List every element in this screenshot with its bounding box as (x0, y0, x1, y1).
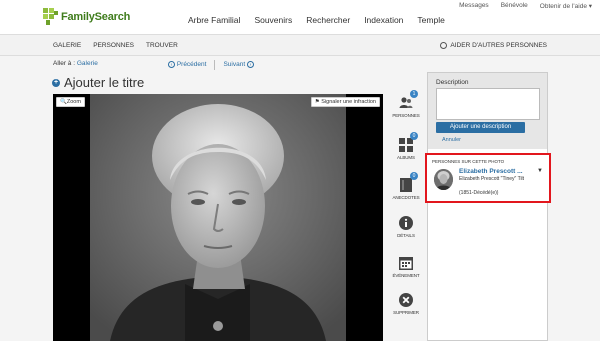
volunteer-link[interactable]: Bénévole (501, 2, 528, 10)
delete-icon (399, 293, 413, 307)
person-dates: (1851-Décédé(e)) (459, 190, 499, 196)
subnav-find[interactable]: TROUVER (146, 42, 178, 49)
people-icon: 1 (399, 90, 418, 110)
help-circle-icon (440, 42, 448, 49)
persons-in-photo: PERSONNES SUR CETTE PHOTO Elizabeth Pres… (425, 153, 551, 203)
persons-heading: PERSONNES SUR CETTE PHOTO (432, 159, 505, 164)
info-icon (399, 216, 413, 230)
nav-family-tree[interactable]: Arbre Familial (188, 15, 240, 25)
portrait-image (90, 94, 346, 341)
add-description-button[interactable]: Ajouter une description (436, 122, 525, 133)
breadcrumb: Aller à : Galerie (53, 60, 98, 67)
messages-link[interactable]: Messages (459, 2, 489, 10)
tool-people-label: PERSONNES (392, 113, 420, 118)
tool-details-label: DÉTAILS (397, 233, 415, 238)
description-section: Description Ajouter une description Annu… (428, 73, 547, 149)
report-label: Signaler une infraction (321, 99, 376, 105)
tree-logo-icon (43, 8, 59, 26)
nav-temple[interactable]: Temple (417, 15, 444, 25)
previous-label: Précédent (176, 61, 207, 69)
next-button[interactable]: Suivant › (223, 61, 254, 69)
photo-pager: ‹ Précédent Suivant › (168, 60, 254, 70)
portrait-photo (90, 94, 346, 341)
help-others-link[interactable]: AIDER D'AUTRES PERSONNES (440, 42, 547, 49)
nav-indexing[interactable]: Indexation (364, 15, 403, 25)
tool-event-label: ÉVÉNEMENT (392, 273, 420, 278)
chevron-left-icon: ‹ (168, 61, 175, 69)
report-abuse-button[interactable]: ⚑ Signaler une infraction (310, 97, 380, 107)
page-title: Ajouter le titre (64, 75, 145, 90)
previous-button[interactable]: ‹ Précédent (168, 61, 207, 69)
people-count-badge: 1 (410, 90, 418, 98)
description-label: Description (436, 79, 469, 86)
familysearch-logo[interactable]: FamilySearch (43, 7, 130, 27)
title-row[interactable]: + Ajouter le titre (52, 75, 144, 90)
main-nav: Arbre Familial Souvenirs Rechercher Inde… (188, 15, 445, 25)
cancel-link[interactable]: Annuler (442, 137, 461, 143)
goto-label: Aller à : (53, 60, 76, 67)
tool-details[interactable]: DÉTAILS (389, 216, 423, 238)
tool-delete-label: SUPPRIMER (393, 310, 419, 315)
help-link[interactable]: Obtenir de l'aide ▾ (540, 2, 592, 10)
tool-stories-label: ANECDOTES (392, 195, 420, 200)
chevron-right-icon: › (246, 61, 254, 69)
details-panel: Description Ajouter une description Annu… (425, 72, 551, 341)
albums-count-badge: 0 (410, 132, 418, 140)
tool-people[interactable]: 1 PERSONNES (389, 90, 423, 118)
add-icon: + (52, 78, 60, 87)
tool-delete[interactable]: SUPPRIMER (389, 293, 423, 315)
albums-icon: 0 (399, 132, 418, 152)
memories-subnav: GALERIE PERSONNES TROUVER AIDER D'AUTRES… (0, 34, 600, 56)
subnav-gallery[interactable]: GALERIE (53, 42, 81, 49)
tool-event[interactable]: ÉVÉNEMENT (389, 256, 423, 278)
person-full-name: Elizabeth Prescott "Tiney" Tilt (459, 176, 525, 182)
photo-viewer[interactable]: 🔍Zoom ⚑ Signaler une infraction (53, 94, 383, 341)
goto-gallery-link[interactable]: Galerie (77, 60, 98, 67)
nav-search[interactable]: Rechercher (306, 15, 350, 25)
calendar-icon (399, 256, 413, 270)
photo-page: Aller à : Galerie ‹ Précédent Suivant › … (0, 56, 600, 341)
person-name-link[interactable]: Elizabeth Prescott ... (459, 168, 523, 175)
stories-count-badge: 0 (410, 172, 418, 180)
logo-text: FamilySearch (61, 11, 131, 23)
tool-stories[interactable]: 0 ANECDOTES (389, 172, 423, 200)
nav-memories[interactable]: Souvenirs (254, 15, 292, 25)
avatar[interactable] (434, 169, 453, 190)
pager-divider (214, 60, 216, 70)
person-menu-icon[interactable]: ▼ (537, 168, 543, 174)
next-label: Suivant (223, 61, 246, 69)
tool-albums[interactable]: 0 ALBUMS (389, 132, 423, 160)
utility-links: Messages Bénévole Obtenir de l'aide ▾ (459, 2, 592, 10)
subnav-people[interactable]: PERSONNES (93, 42, 134, 49)
zoom-label: Zoom (66, 99, 81, 105)
top-header: FamilySearch Messages Bénévole Obtenir d… (0, 0, 600, 34)
tool-albums-label: ALBUMS (397, 155, 415, 160)
description-input[interactable] (436, 88, 540, 120)
help-others-label: AIDER D'AUTRES PERSONNES (450, 42, 547, 49)
stories-icon: 0 (399, 172, 418, 192)
zoom-button[interactable]: 🔍Zoom (56, 97, 85, 107)
